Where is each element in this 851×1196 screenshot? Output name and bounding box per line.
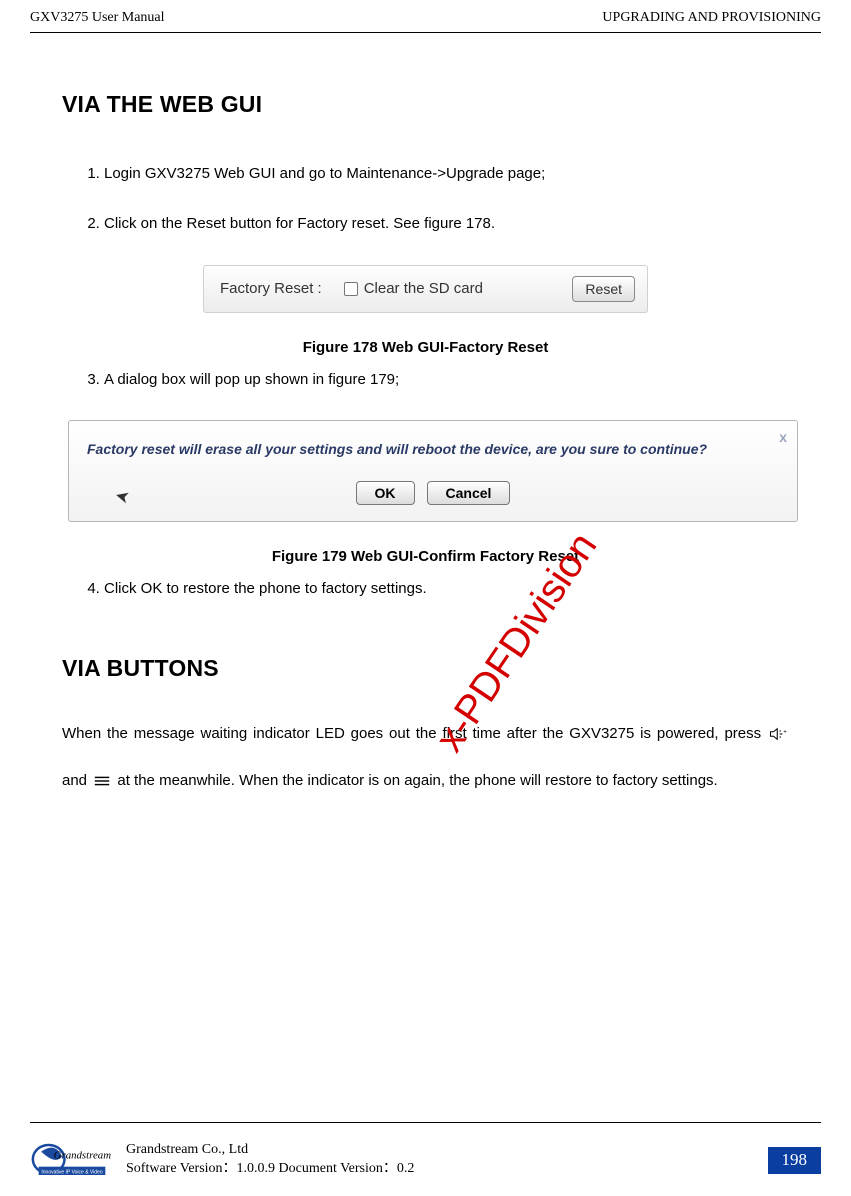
clear-sd-checkbox[interactable]: Clear the SD card <box>344 280 483 297</box>
figure-179-caption: Figure 179 Web GUI-Confirm Factory Reset <box>62 548 789 565</box>
section-heading-buttons: VIA BUTTONS <box>62 655 789 682</box>
step-2: Click on the Reset button for Factory re… <box>104 214 789 234</box>
page-number: 198 <box>768 1147 822 1174</box>
speaker-volume-icon: + <box>769 715 787 759</box>
step-1: Login GXV3275 Web GUI and go to Maintena… <box>104 164 789 184</box>
menu-icon <box>93 762 111 806</box>
dialog-text: Factory reset will erase all your settin… <box>87 439 779 459</box>
factory-reset-label: Factory Reset : <box>220 280 322 297</box>
figure-178-caption: Figure 178 Web GUI-Factory Reset <box>62 339 789 356</box>
buttons-paragraph: When the message waiting indicator LED g… <box>62 712 789 805</box>
svg-text:Grandstream: Grandstream <box>54 1149 112 1161</box>
reset-button[interactable]: Reset <box>572 276 635 302</box>
step-4: Click OK to restore the phone to factory… <box>104 579 789 599</box>
ok-button[interactable]: OK <box>356 481 415 505</box>
figure-178-ui: Factory Reset : Clear the SD card Reset <box>203 265 648 313</box>
figure-179-dialog: x Factory reset will erase all your sett… <box>68 420 798 522</box>
grandstream-logo: Grandstream Innovative IP Voice & Video <box>30 1140 114 1180</box>
body-pre: When the message waiting indicator LED g… <box>62 725 767 742</box>
body-post: at the meanwhile. When the indicator is … <box>117 772 717 789</box>
clear-sd-label: Clear the SD card <box>364 280 483 297</box>
section-heading-web-gui: VIA THE WEB GUI <box>62 91 789 118</box>
svg-text:+: + <box>783 730 787 736</box>
header-right: UPGRADING AND PROVISIONING <box>602 10 821 26</box>
checkbox-icon <box>344 282 358 296</box>
footer-version: Software Version：1.0.0.9 Document Versio… <box>126 1160 414 1179</box>
body-mid: and <box>62 772 91 789</box>
footer-company: Grandstream Co., Ltd <box>126 1141 414 1160</box>
footer-rule <box>30 1122 821 1123</box>
cancel-button[interactable]: Cancel <box>427 481 511 505</box>
svg-text:Innovative IP Voice & Video: Innovative IP Voice & Video <box>41 1169 102 1175</box>
step-3: A dialog box will pop up shown in figure… <box>104 370 789 390</box>
header-left: GXV3275 User Manual <box>30 10 165 26</box>
close-icon[interactable]: x <box>779 429 787 445</box>
header-rule <box>30 32 821 33</box>
